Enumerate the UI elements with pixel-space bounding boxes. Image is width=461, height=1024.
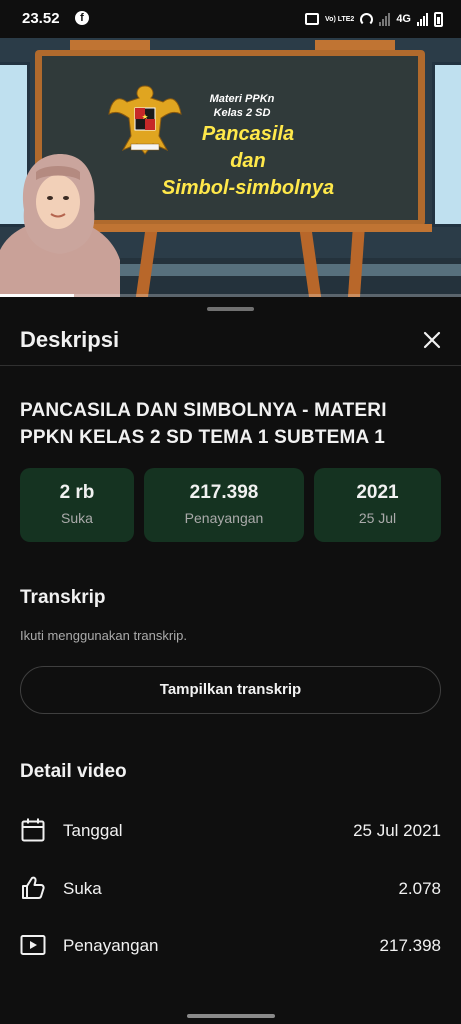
detail-date-label: Tanggal (63, 821, 123, 840)
stat-year-value: 2021 (356, 482, 399, 503)
signal-sim2-icon (417, 12, 428, 26)
status-icons: Vo) LTE2 4G (305, 9, 443, 29)
sheet-header: Deskripsi (0, 319, 461, 365)
video-details-heading: Detail video (20, 761, 127, 782)
board-title-line1: Pancasila (201, 123, 295, 145)
transcript-helper-text: Ikuti menggunakan transkrip. (20, 628, 187, 643)
presenter-picture (0, 154, 120, 297)
thumbs-up-icon (22, 876, 45, 899)
show-transcript-button[interactable]: Tampilkan transkrip (20, 666, 441, 714)
board-top-left (70, 40, 150, 50)
stat-likes-value: 2 rb (59, 482, 95, 503)
status-time: 23.52 (22, 10, 60, 27)
status-bar: 23.52 f Vo) LTE2 4G (0, 0, 461, 38)
description-sheet: Deskripsi PANCASILA DAN SIMBOLNYA - MATE… (0, 297, 461, 1024)
video-player[interactable]: Materi PPKn Kelas 2 SD Pancasila dan Sim… (0, 38, 461, 297)
board-title-line2: dan (230, 150, 266, 172)
hotspot-icon (360, 12, 374, 26)
stat-date-label: 25 Jul (358, 510, 397, 526)
board-subtitle-line2: Kelas 2 SD (213, 107, 271, 119)
detail-views-value: 217.398 (379, 936, 441, 955)
battery-icon (434, 11, 443, 27)
signal-sim1-icon (379, 12, 391, 26)
home-indicator[interactable] (187, 1014, 275, 1018)
facebook-notification-icon: f (75, 11, 89, 25)
play-box-icon (20, 935, 46, 955)
stat-views: 217.398 Penayangan (144, 468, 304, 542)
detail-date-value: 25 Jul 2021 (353, 821, 441, 840)
network-type-label: 4G (396, 13, 411, 25)
sheet-drag-handle[interactable] (207, 307, 254, 311)
vibrate-icon (305, 13, 320, 25)
board-top-right (315, 40, 395, 50)
sheet-title: Deskripsi (20, 327, 120, 352)
header-divider (0, 365, 461, 366)
video-title: PANCASILA DAN SIMBOLNYA - MATERI PPKN KE… (20, 400, 387, 448)
close-button[interactable] (417, 325, 447, 355)
detail-row-date: Tanggal 25 Jul 2021 (0, 810, 461, 850)
detail-row-likes: Suka 2.078 (0, 868, 461, 908)
transcript-heading: Transkrip (20, 587, 106, 608)
window-right (432, 62, 461, 227)
detail-row-views: Penayangan 217.398 (0, 925, 461, 965)
stat-likes-label: Suka (61, 510, 93, 526)
board-subtitle: Materi PPKn Kelas 2 SD (197, 92, 287, 120)
detail-likes-label: Suka (63, 879, 102, 898)
calendar-icon (21, 818, 45, 842)
close-icon (423, 331, 441, 349)
stat-likes: 2 rb Suka (20, 468, 134, 542)
board-title: Pancasila dan Simbol-simbolnya (158, 121, 338, 202)
stat-date: 2021 25 Jul (314, 468, 441, 542)
detail-likes-value: 2.078 (398, 879, 441, 898)
stat-views-label: Penayangan (184, 510, 264, 526)
detail-views-label: Penayangan (63, 936, 159, 955)
board-title-line3: Simbol-simbolnya (161, 177, 335, 199)
stat-views-value: 217.398 (189, 482, 259, 503)
volte-label: Vo) LTE2 (325, 15, 355, 23)
board-subtitle-line1: Materi PPKn (209, 93, 275, 105)
